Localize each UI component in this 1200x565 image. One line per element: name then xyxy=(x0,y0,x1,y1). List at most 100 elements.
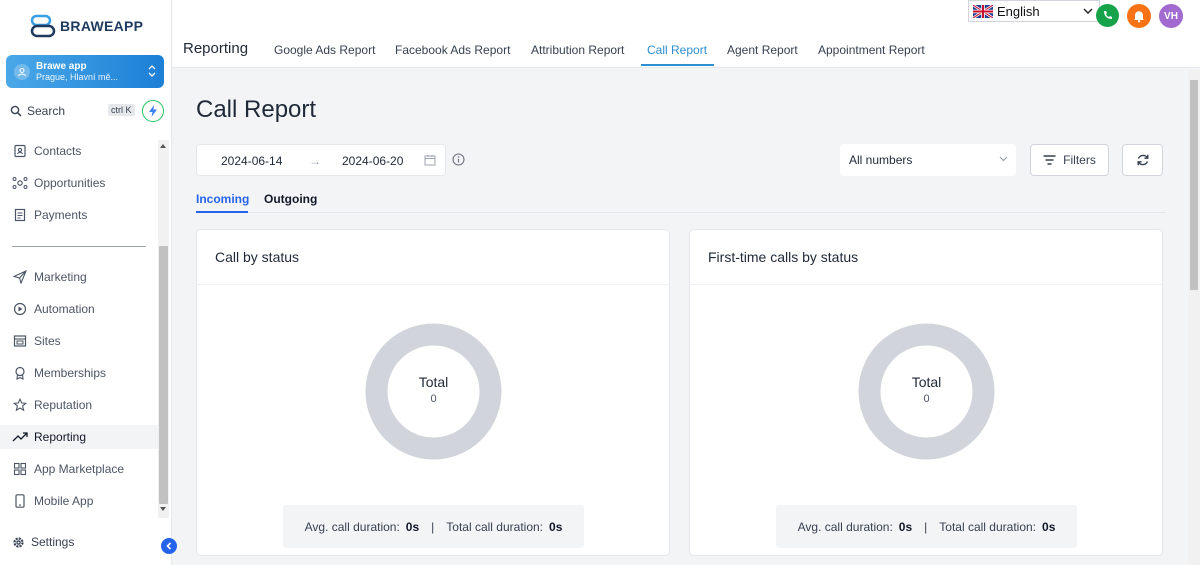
total-call-duration-value: 0s xyxy=(1042,519,1056,534)
gear-icon xyxy=(13,536,24,548)
search-label: Search xyxy=(27,104,66,118)
stats-separator: | xyxy=(431,519,435,534)
card-title: First-time calls by status xyxy=(708,249,859,265)
donut-total-label: Total xyxy=(911,374,942,390)
mobile-icon xyxy=(12,493,28,509)
sidebar-item-automation[interactable]: Automation xyxy=(0,297,158,321)
donut-chart xyxy=(365,323,502,460)
subtab-divider xyxy=(196,212,1166,213)
date-to: 2024-06-20 xyxy=(342,154,404,168)
call-duration-stats: Avg. call duration: 0s | Total call dura… xyxy=(776,505,1077,548)
language-select[interactable]: English xyxy=(968,0,1100,22)
sidebar: BRAWEAPP Brawe app Prague, Hlavní mě... … xyxy=(0,0,172,565)
avg-call-duration-value: 0s xyxy=(898,519,913,534)
page-scroll-thumb[interactable] xyxy=(1190,80,1198,290)
card-divider xyxy=(690,284,1162,285)
numbers-select[interactable]: All numbers xyxy=(840,144,1016,176)
sidebar-item-contacts[interactable]: Contacts xyxy=(0,139,158,163)
chevron-left-icon xyxy=(166,542,172,550)
sidebar-item-label: Payments xyxy=(34,208,88,222)
chevron-down-icon xyxy=(999,156,1008,162)
sidebar-item-app-marketplace[interactable]: App Marketplace xyxy=(0,457,158,481)
filter-icon xyxy=(1043,155,1056,165)
opportunities-icon xyxy=(12,175,28,191)
language-value: English xyxy=(997,3,1040,19)
info-icon[interactable] xyxy=(452,153,465,166)
donut-chart xyxy=(858,323,995,460)
account-name: Brawe app xyxy=(36,60,87,72)
notifications-button[interactable] xyxy=(1127,4,1151,28)
sidebar-item-mobile-app[interactable]: Mobile App xyxy=(0,489,158,513)
tab-call-report[interactable]: Call Report xyxy=(647,43,707,57)
date-range-picker[interactable]: 2024-06-14 → 2024-06-20 xyxy=(196,144,446,176)
sidebar-item-label: Reporting xyxy=(34,430,87,444)
scroll-down-icon[interactable] xyxy=(160,507,166,511)
sidebar-item-label: Reputation xyxy=(34,398,93,412)
sidebar-item-reputation[interactable]: Reputation xyxy=(0,393,158,417)
collapse-sidebar-button[interactable] xyxy=(161,538,177,554)
account-location: Prague, Hlavní mě... xyxy=(36,71,119,82)
tab-facebook-ads-report[interactable]: Facebook Ads Report xyxy=(395,43,510,57)
sidebar-item-label: Marketing xyxy=(34,270,87,284)
donut-total-value: 0 xyxy=(923,393,930,405)
scroll-up-icon[interactable] xyxy=(160,144,166,148)
sidebar-item-label: Mobile App xyxy=(34,494,94,508)
tab-attribution-report[interactable]: Attribution Report xyxy=(531,43,624,57)
sidebar-item-marketing[interactable]: Marketing xyxy=(0,265,158,289)
sidebar-item-sites[interactable]: Sites xyxy=(0,329,158,353)
sidebar-item-memberships[interactable]: Memberships xyxy=(0,361,158,385)
call-by-status-card: Call by status Total 0 Avg. call duratio… xyxy=(196,229,670,556)
sidebar-divider xyxy=(12,246,146,247)
tab-outgoing[interactable]: Outgoing xyxy=(264,192,317,206)
total-call-duration-label: Total call duration: xyxy=(446,519,544,534)
user-avatar[interactable]: VH xyxy=(1159,4,1183,28)
card-divider xyxy=(197,284,669,285)
phone-button[interactable] xyxy=(1096,4,1119,27)
sidebar-item-label: Automation xyxy=(34,302,95,316)
stats-separator: | xyxy=(924,519,928,534)
total-call-duration-value: 0s xyxy=(549,519,563,534)
send-icon xyxy=(12,269,28,285)
sidebar-item-settings[interactable]: Settings xyxy=(12,535,74,549)
tab-appointment-report[interactable]: Appointment Report xyxy=(818,43,925,57)
avg-call-duration-label: Avg. call duration: xyxy=(304,519,400,534)
refresh-button[interactable] xyxy=(1122,144,1163,176)
date-from: 2024-06-14 xyxy=(221,154,283,168)
trend-icon xyxy=(12,429,28,445)
tab-incoming[interactable]: Incoming xyxy=(196,192,249,206)
sidebar-item-opportunities[interactable]: Opportunities xyxy=(0,171,158,195)
page-title: Call Report xyxy=(196,96,317,123)
donut-total-label: Total xyxy=(418,374,449,390)
total-call-duration-label: Total call duration: xyxy=(939,519,1037,534)
grid-icon xyxy=(12,461,28,477)
filters-button[interactable]: Filters xyxy=(1030,144,1109,176)
account-switcher[interactable]: Brawe app Prague, Hlavní mě... xyxy=(6,55,164,88)
sidebar-item-label: Contacts xyxy=(34,144,82,158)
refresh-icon xyxy=(1137,154,1148,166)
sidebar-item-label: Sites xyxy=(34,334,61,348)
numbers-select-value: All numbers xyxy=(849,153,913,167)
logo[interactable]: BRAWEAPP xyxy=(30,14,143,38)
sites-icon xyxy=(12,333,28,349)
sidebar-item-label: Opportunities xyxy=(34,176,106,190)
sidebar-item-label: App Marketplace xyxy=(34,462,125,476)
card-title: Call by status xyxy=(215,249,300,265)
arrow-right-icon: → xyxy=(309,154,321,168)
search-icon xyxy=(10,105,22,117)
contacts-icon xyxy=(12,143,28,159)
settings-label: Settings xyxy=(31,535,75,549)
payments-icon xyxy=(12,207,28,223)
tab-agent-report[interactable]: Agent Report xyxy=(727,43,798,57)
star-icon xyxy=(12,397,28,413)
active-tab-underline xyxy=(641,64,714,66)
sidebar-item-payments[interactable]: Payments xyxy=(0,203,158,227)
sidebar-scroll-thumb[interactable] xyxy=(159,246,168,504)
calendar-icon xyxy=(424,155,436,166)
chevron-down-icon xyxy=(1083,8,1093,14)
phone-icon xyxy=(1104,11,1112,19)
quick-action-button[interactable] xyxy=(142,100,164,122)
search-shortcut: ctrl K xyxy=(108,104,135,116)
sidebar-item-reporting[interactable]: Reporting xyxy=(0,425,158,449)
account-avatar-icon xyxy=(14,63,30,80)
tab-google-ads-report[interactable]: Google Ads Report xyxy=(274,43,375,57)
